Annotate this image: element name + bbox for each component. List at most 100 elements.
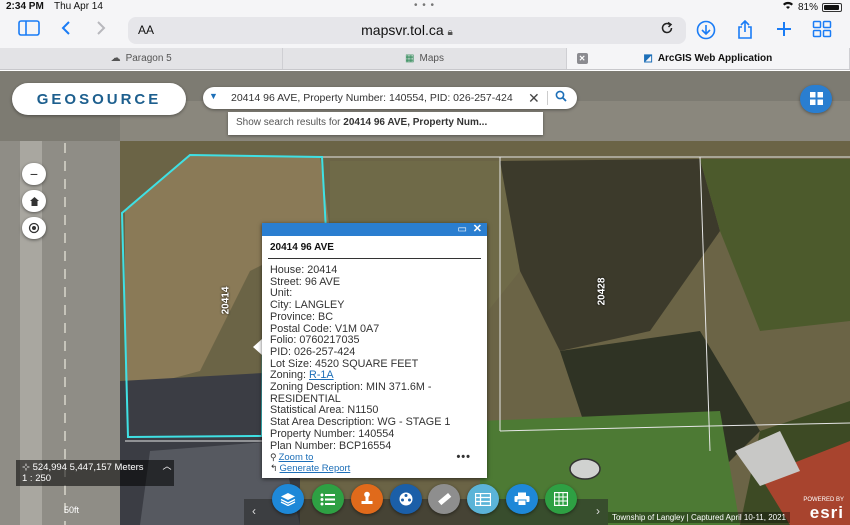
generate-report-action[interactable]: ↰ Generate Report bbox=[270, 463, 479, 474]
pin-icon: ⚲ bbox=[270, 452, 277, 462]
chevron-left-icon[interactable]: ‹ bbox=[252, 504, 256, 518]
status-bar: 2:34 PM Thu Apr 14 • • • 81% bbox=[0, 0, 850, 14]
chevron-up-icon[interactable]: ︿ bbox=[162, 461, 172, 471]
battery-fill bbox=[824, 4, 839, 10]
map-attribution: Township of Langley | Captured April 10-… bbox=[607, 512, 790, 523]
grid-icon bbox=[553, 491, 569, 507]
parcel-label-20414: 20414 bbox=[220, 286, 232, 315]
map-scale: 1 : 250 bbox=[22, 473, 52, 484]
search-box: ▼ ✕ bbox=[203, 87, 577, 109]
field-plan-number: Plan Number: BCP16554 bbox=[270, 439, 392, 452]
back-icon[interactable] bbox=[60, 20, 72, 40]
reply-arrow-icon: ↰ bbox=[270, 463, 278, 473]
multitasking-dots[interactable]: • • • bbox=[414, 0, 435, 11]
crosshair-icon: ⊹ bbox=[22, 462, 30, 473]
widget-menu-button[interactable] bbox=[800, 85, 832, 113]
share-icon[interactable] bbox=[736, 19, 754, 44]
status-right: 81% bbox=[782, 1, 842, 13]
tab-bar: ☁︎ Paragon 5 ▦ Maps ✕ ◩ ArcGIS Web Appli… bbox=[0, 48, 850, 70]
ruler-icon bbox=[436, 491, 452, 507]
sidebar-icon[interactable] bbox=[18, 20, 40, 40]
zoom-to-label: Zoom to bbox=[278, 452, 314, 463]
tab-paragon[interactable]: ☁︎ Paragon 5 bbox=[0, 48, 284, 69]
battery-percent: 81% bbox=[797, 1, 818, 13]
zoom-to-action[interactable]: ⚲ Zoom to bbox=[270, 452, 479, 463]
minus-icon: − bbox=[29, 166, 39, 182]
printer-icon bbox=[514, 491, 530, 507]
list-icon bbox=[320, 491, 336, 507]
calculator-tool[interactable] bbox=[545, 484, 577, 514]
table-icon bbox=[474, 491, 492, 507]
search-input[interactable] bbox=[231, 87, 531, 109]
field-street: Street: 96 AVE bbox=[270, 275, 341, 288]
tab-arcgis[interactable]: ✕ ◩ ArcGIS Web Application bbox=[566, 48, 850, 69]
coordinate-readout: ⊹ 524,994 5,447,157 Meters 1 : 250 ︿ bbox=[16, 460, 174, 486]
measure-tool[interactable] bbox=[428, 484, 460, 514]
geosource-logo: GEOSOURCE bbox=[12, 83, 186, 115]
parcel-label-20428: 20428 bbox=[596, 277, 608, 306]
reload-icon[interactable] bbox=[660, 21, 674, 39]
tab-overview-icon[interactable] bbox=[812, 20, 832, 42]
field-zoning-desc-1: Zoning Description: MIN 371.6M - bbox=[270, 381, 432, 394]
clear-search-icon[interactable]: ✕ bbox=[528, 90, 540, 106]
wifi-icon bbox=[782, 1, 794, 13]
zoom-out-button[interactable]: − bbox=[22, 163, 46, 185]
generate-report-label: Generate Report bbox=[279, 463, 351, 474]
map-view[interactable]: 20414 20428 GEOSOURCE ▼ ✕ Show search re… bbox=[0, 71, 850, 525]
film-tool[interactable] bbox=[390, 484, 422, 514]
suggestion-prefix: Show search results for bbox=[236, 117, 344, 128]
esri-logo: POWERED BY esri bbox=[803, 497, 844, 523]
coordinate-xy: ⊹ 524,994 5,447,157 Meters bbox=[22, 462, 144, 473]
attribute-table-tool[interactable] bbox=[467, 484, 499, 514]
print-tool[interactable] bbox=[506, 484, 538, 514]
suggestion-query: 20414 96 AVE, Property Num... bbox=[343, 117, 488, 128]
popup-header: ▭ ✕ bbox=[262, 223, 487, 236]
locate-button[interactable] bbox=[22, 217, 46, 239]
tab-label: ArcGIS Web Application bbox=[657, 53, 773, 64]
zoning-link[interactable]: R-1A bbox=[309, 369, 334, 381]
reel-icon bbox=[398, 491, 414, 507]
legend-tool[interactable] bbox=[312, 484, 344, 514]
battery-icon bbox=[822, 2, 842, 12]
tab-maps[interactable]: ▦ Maps bbox=[283, 48, 567, 69]
stamp-tool[interactable] bbox=[351, 484, 383, 514]
status-date: Thu Apr 14 bbox=[54, 1, 103, 12]
browser-toolbar: AA mapsvr.tol.ca 🔒︎ bbox=[0, 14, 850, 48]
home-button[interactable] bbox=[22, 190, 46, 212]
url-text[interactable]: mapsvr.tol.ca 🔒︎ bbox=[128, 22, 686, 38]
tab-label: Paragon 5 bbox=[125, 53, 172, 64]
search-divider bbox=[547, 91, 548, 105]
popup-actions: ⚲ Zoom to ↰ Generate Report ••• bbox=[270, 452, 479, 475]
chevron-right-icon[interactable]: › bbox=[596, 504, 600, 518]
more-actions-icon[interactable]: ••• bbox=[456, 452, 471, 463]
esri-wordmark: esri bbox=[809, 503, 844, 522]
layers-icon bbox=[280, 491, 296, 507]
search-source-dropdown-icon[interactable]: ▼ bbox=[209, 91, 218, 101]
lock-icon: 🔒︎ bbox=[447, 27, 453, 38]
search-icon[interactable] bbox=[555, 90, 567, 105]
scale-bar-label: 50ft bbox=[64, 505, 80, 515]
popup-body: House: 20414 Street: 96 AVE Unit: City: … bbox=[262, 259, 487, 452]
feature-popup: ▭ ✕ 20414 96 AVE House: 20414 Street: 96… bbox=[262, 223, 487, 478]
home-icon bbox=[29, 193, 40, 209]
popup-title: 20414 96 AVE bbox=[268, 236, 481, 259]
status-time: 2:34 PM bbox=[6, 1, 44, 12]
cloud-icon: ☁︎ bbox=[110, 53, 121, 64]
popup-pointer bbox=[253, 339, 262, 355]
close-icon[interactable]: ✕ bbox=[473, 223, 482, 236]
new-tab-icon[interactable] bbox=[775, 20, 793, 42]
maximize-icon[interactable]: ▭ bbox=[458, 223, 467, 236]
scale-bar: 50ft bbox=[64, 505, 79, 515]
close-tab-icon[interactable]: ✕ bbox=[576, 53, 588, 64]
tab-label: Maps bbox=[419, 53, 444, 64]
stamp-icon bbox=[360, 491, 374, 507]
map-icon: ▦ bbox=[405, 53, 415, 64]
arcgis-icon: ◩ bbox=[643, 53, 653, 64]
grid-icon bbox=[809, 90, 823, 107]
layers-tool[interactable] bbox=[272, 484, 304, 514]
locate-icon bbox=[28, 220, 40, 236]
search-suggestion[interactable]: Show search results for 20414 96 AVE, Pr… bbox=[228, 112, 543, 135]
download-icon[interactable] bbox=[696, 20, 716, 44]
forward-icon[interactable] bbox=[95, 20, 107, 40]
address-bar[interactable]: AA mapsvr.tol.ca 🔒︎ bbox=[128, 17, 686, 44]
